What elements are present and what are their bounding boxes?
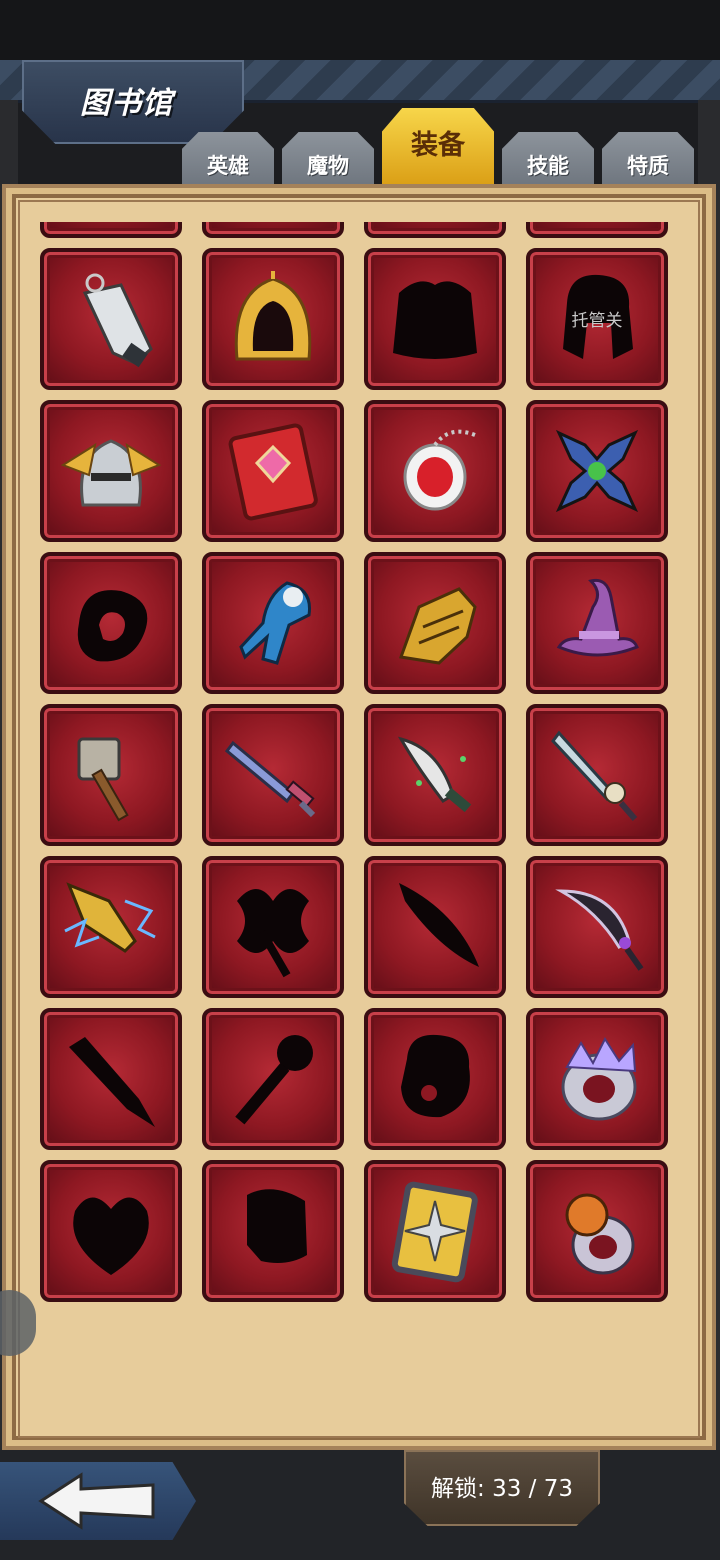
golden-winged-scepter-icon [55, 222, 167, 223]
equipment-grid: 托管关 [28, 222, 668, 1302]
equipment-slot[interactable] [202, 400, 344, 542]
equipment-slot[interactable] [526, 704, 668, 846]
equipment-slot[interactable] [526, 1008, 668, 1150]
silhouette-boots-icon [379, 222, 491, 223]
spiked-shield-icon [391, 1181, 478, 1283]
silhouette-beast-icon [401, 1034, 470, 1118]
tab-heroes[interactable]: 英雄 [182, 132, 274, 192]
silhouette-curved-blade-icon [399, 883, 479, 967]
top-bar [0, 0, 720, 60]
shadow-blade-icon [555, 889, 644, 971]
golden-gauntlet-icon [398, 587, 477, 665]
lightning-shield-icon [541, 222, 653, 223]
equipment-slot[interactable] [526, 222, 668, 238]
golden-hood-icon [234, 271, 312, 361]
equipment-slot[interactable] [526, 856, 668, 998]
equipment-slot[interactable] [202, 552, 344, 694]
lightning-spear-icon [64, 882, 156, 953]
equipment-slot-locked[interactable] [364, 1008, 506, 1150]
silhouette-ring-icon [77, 590, 148, 662]
equipment-slot[interactable] [40, 400, 182, 542]
equipment-slot[interactable] [40, 856, 182, 998]
equipment-slot-locked[interactable] [202, 856, 344, 998]
arrow-left-icon [38, 1472, 155, 1530]
pumpkin-ring-icon [565, 1193, 635, 1275]
equipment-grid-viewport[interactable]: 托管关 [28, 222, 690, 1428]
winged-helmet-icon [60, 439, 162, 507]
tab-heroes-label: 英雄 [207, 154, 249, 178]
spectral-gauntlet-icon [239, 581, 312, 665]
silhouette-armor-icon [393, 281, 477, 359]
equipment-slot[interactable] [364, 400, 506, 542]
equipment-slot-locked[interactable] [202, 1160, 344, 1302]
equipment-slot-locked[interactable] [364, 248, 506, 390]
equipment-slot[interactable] [40, 248, 182, 390]
crystal-sword-icon [224, 740, 316, 818]
unlock-counter: 解锁: 33 / 73 [431, 1476, 573, 1502]
equipment-slot-locked[interactable] [202, 1008, 344, 1150]
tab-equipment-label: 装备 [411, 129, 465, 161]
tab-monsters[interactable]: 魔物 [282, 132, 374, 192]
unlock-counter-plate: 解锁: 33 / 73 [404, 1450, 600, 1526]
tab-equipment[interactable]: 装备 [382, 108, 494, 192]
ornate-cross-sword-icon [555, 429, 639, 513]
equipment-slot[interactable] [364, 1160, 506, 1302]
back-button[interactable] [0, 1462, 196, 1540]
equipment-slot-locked[interactable]: 托管关 [526, 248, 668, 390]
silhouette-cloak-icon [247, 1189, 307, 1263]
silhouette-axe-icon [237, 889, 309, 978]
equipment-slot[interactable] [364, 552, 506, 694]
equipment-slot[interactable] [202, 704, 344, 846]
crystal-ring-icon [561, 1036, 637, 1121]
equipment-slot-locked[interactable] [40, 1160, 182, 1302]
ruby-amulet-icon [403, 429, 476, 511]
equipment-slot[interactable] [202, 248, 344, 390]
equipment-slot-locked[interactable] [364, 856, 506, 998]
tab-traits[interactable]: 特质 [602, 132, 694, 192]
silver-horn-icon [82, 273, 153, 368]
poison-dagger-icon [397, 736, 472, 813]
tab-monsters-label: 魔物 [307, 154, 349, 178]
equipment-slot[interactable] [40, 704, 182, 846]
skull-bone-sword-icon [551, 730, 638, 821]
witch-hat-icon [556, 578, 639, 657]
war-hammer-icon [77, 737, 129, 822]
equipment-slot-locked[interactable] [40, 1008, 182, 1150]
slot-overlay-text: 托管关 [571, 311, 623, 331]
tab-skills-label: 技能 [527, 154, 569, 178]
equipment-slot[interactable] [364, 704, 506, 846]
silhouette-heart-icon [73, 1197, 149, 1275]
page-title: 图书馆 [80, 86, 173, 121]
equipment-slot-locked[interactable] [364, 222, 506, 238]
equipment-slot[interactable] [526, 552, 668, 694]
red-tome-icon [228, 423, 318, 521]
silhouette-mace-icon [235, 1035, 313, 1125]
equipment-slot-locked[interactable] [202, 222, 344, 238]
equipment-slot[interactable] [526, 400, 668, 542]
equipment-slot[interactable] [40, 222, 182, 238]
tab-skills[interactable]: 技能 [502, 132, 594, 192]
silhouette-blob-icon [217, 222, 329, 223]
equipment-slot[interactable] [526, 1160, 668, 1302]
tab-traits-label: 特质 [627, 154, 669, 178]
equipment-slot-locked[interactable] [40, 552, 182, 694]
silhouette-sword-icon [69, 1037, 155, 1127]
